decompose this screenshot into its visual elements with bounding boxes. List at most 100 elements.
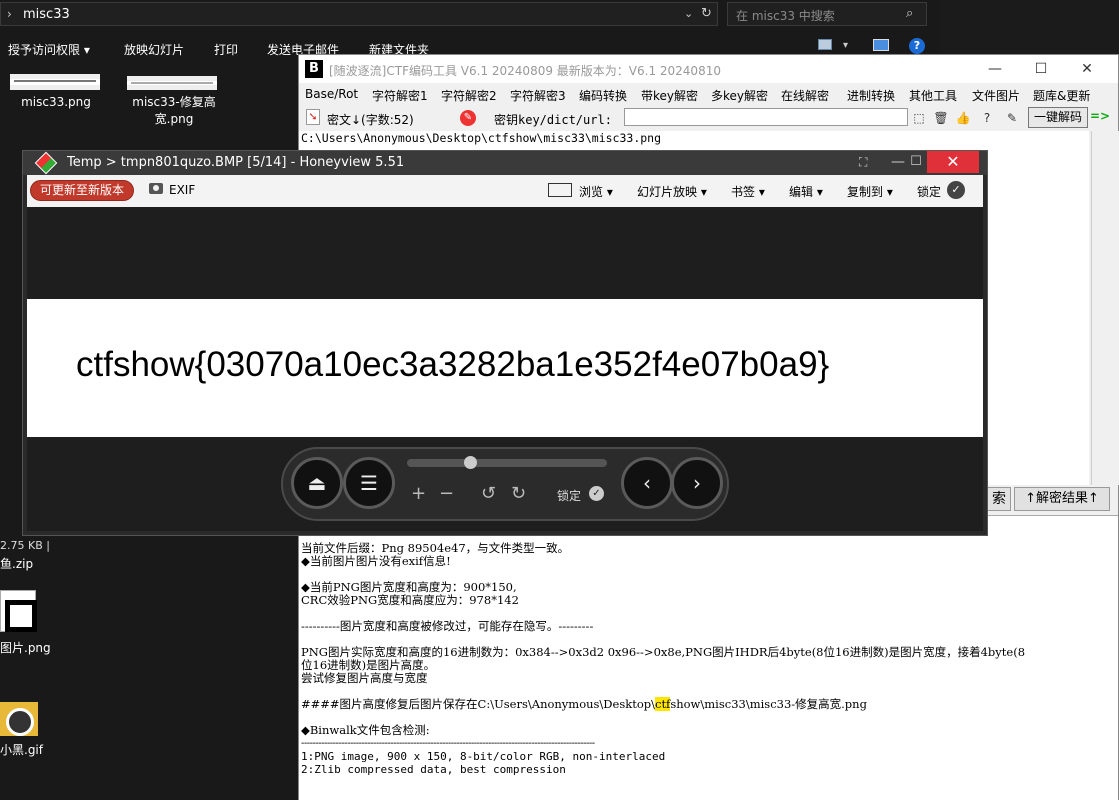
camera-icon [149, 183, 163, 194]
browse-icon[interactable] [548, 183, 572, 197]
image-flag-text: ctfshow{03070a10ec3a3282ba1e352f4e07b0a9… [76, 345, 830, 384]
previous-icon[interactable]: ‹ [621, 457, 673, 509]
result-output-area[interactable]: 当前文件后缀：Png 89504e47，与文件类型一致。 ◆当前图片图片没有ex… [299, 515, 1118, 800]
preview-pane-icon[interactable] [873, 39, 889, 51]
cipher-text-area[interactable]: C:\Users\Anonymous\Desktop\ctfshow\misc3… [299, 131, 1089, 147]
menu-bar: Base/Rot 字符解密1 字符解密2 字符解密3 编码转换 带key解密 多… [299, 85, 1118, 105]
rotate-right-icon[interactable]: ↻ [511, 483, 526, 504]
menu-multi-key[interactable]: 多key解密 [711, 87, 768, 104]
update-button[interactable]: 可更新至新版本 [30, 180, 134, 201]
exif-button[interactable]: EXIF [169, 183, 195, 197]
output-divider: ----------------------------------------… [301, 738, 595, 749]
search-button[interactable]: 索 [987, 487, 1011, 511]
gif-file-icon[interactable] [0, 702, 38, 736]
rotate-left-icon[interactable]: ↺ [481, 483, 496, 504]
output-line: 尝试修复图片高度与宽度 [301, 671, 428, 685]
menu-char-decrypt-3[interactable]: 字符解密3 [510, 87, 566, 104]
close-button[interactable]: ✕ [927, 151, 979, 173]
minimize-button[interactable]: — [975, 59, 1015, 79]
one-click-decode-button[interactable]: 一键解码 [1028, 107, 1088, 128]
maximize-button[interactable]: ☐ [1021, 59, 1061, 79]
displayed-image: ctfshow{03070a10ec3a3282ba1e352f4e07b0a9… [27, 299, 983, 437]
cipher-label: 密文↓(字数:52) [327, 113, 414, 127]
eject-icon[interactable]: ⏏ [291, 457, 343, 509]
close-button[interactable]: ✕ [1067, 59, 1107, 79]
key-label: 密钥key/dict/url: [494, 113, 612, 127]
refresh-icon[interactable]: ↻ [701, 6, 712, 21]
image-viewer[interactable]: ctfshow{03070a10ec3a3282ba1e352f4e07b0a9… [27, 207, 983, 531]
copy-to-menu[interactable]: 复制到 ▾ [847, 183, 893, 200]
arrow-icon[interactable]: ➘ [306, 109, 320, 125]
desktop-item-label[interactable]: 小黑.gif [0, 741, 43, 758]
menu-char-decrypt-1[interactable]: 字符解密1 [372, 87, 428, 104]
honeyview-window: Temp > tmpn801quzo.BMP [5/14] - Honeyvie… [22, 150, 988, 536]
honeyview-logo-icon [34, 151, 58, 175]
eraser-icon[interactable]: ✎ [460, 110, 476, 126]
menu-online[interactable]: 在线解密 [781, 87, 829, 104]
chevron-down-icon[interactable]: ▾ [843, 40, 848, 51]
file-name[interactable]: misc33.png [10, 94, 102, 111]
thumbs-up-icon[interactable]: 👍 [955, 110, 971, 126]
lock-label[interactable]: 锁定 [557, 487, 581, 504]
help-icon[interactable]: ? [909, 38, 925, 54]
scrollbar[interactable] [1091, 131, 1119, 485]
menu-char-decrypt-2[interactable]: 字符解密2 [441, 87, 497, 104]
address-bar[interactable]: › misc33 ⌄ ↻ [0, 2, 718, 26]
slider-handle[interactable] [464, 456, 477, 469]
view-icon[interactable] [818, 39, 832, 50]
menu-file-image[interactable]: 文件图片 [972, 87, 1020, 104]
title-bar: Temp > tmpn801quzo.BMP [5/14] - Honeyvie… [23, 151, 987, 175]
check-icon[interactable]: ✓ [589, 486, 604, 501]
help-icon[interactable]: ? [979, 110, 995, 126]
key-input[interactable] [624, 108, 908, 126]
file-thumbnail[interactable] [10, 74, 100, 90]
bookmark-menu[interactable]: 书签 ▾ [731, 183, 765, 200]
image-file-icon[interactable] [0, 590, 37, 632]
window-title: [随波逐流]CTF编码工具 V6.1 20240809 最新版本为：V6.1 2… [329, 64, 721, 78]
chevron-right-icon: › [7, 7, 12, 21]
slideshow-menu[interactable]: 幻灯片放映 ▾ [637, 183, 707, 200]
check-icon[interactable]: ✓ [947, 181, 965, 199]
edit-menu[interactable]: 编辑 ▾ [789, 183, 823, 200]
select-icon[interactable]: ⬚ [911, 110, 927, 126]
menu-key-decrypt[interactable]: 带key解密 [641, 87, 698, 104]
slideshow-button[interactable]: 放映幻灯片 [124, 41, 184, 58]
menu-encoding[interactable]: 编码转换 [579, 87, 627, 104]
desktop-item-label[interactable]: 鱼.zip [0, 555, 33, 572]
decrypt-result-button[interactable]: ↑解密结果↑ [1014, 487, 1110, 511]
browse-menu[interactable]: 浏览 ▾ [579, 183, 613, 200]
search-input[interactable]: 在 misc33 中搜索 ⌕ [727, 2, 927, 26]
file-thumbnail[interactable] [127, 76, 217, 90]
menu-radix[interactable]: 进制转换 [847, 87, 895, 104]
edit-icon[interactable]: ✎ [1004, 110, 1020, 126]
output-line: 2:Zlib compressed data, best compression [301, 763, 566, 776]
chevron-down-icon[interactable]: ⌄ [684, 7, 693, 20]
print-button[interactable]: 打印 [214, 41, 238, 58]
next-icon[interactable]: › [671, 457, 723, 509]
output-line: ◆Binwalk文件包含检测: [301, 723, 430, 737]
arrow-indicator: => [1090, 109, 1111, 123]
menu-icon[interactable]: ☰ [343, 457, 395, 509]
title-bar: B [随波逐流]CTF编码工具 V6.1 20240809 最新版本为：V6.1… [299, 55, 1118, 83]
lock-menu[interactable]: 锁定 [917, 183, 941, 200]
output-line: ◆当前图片图片没有exif信息! [301, 554, 451, 568]
zoom-in-icon[interactable]: + [411, 483, 426, 504]
menu-base-rot[interactable]: Base/Rot [305, 87, 358, 101]
output-line: ####图片高度修复后图片保存在C:\Users\Anonymous\Deskt… [301, 697, 867, 711]
address-path[interactable]: misc33 [23, 7, 70, 22]
viewer-toolbar: 可更新至新版本 EXIF 浏览 ▾ 幻灯片放映 ▾ 书签 ▾ 编辑 ▾ 复制到 … [27, 175, 983, 207]
desktop-item-label[interactable]: 图片.png [0, 639, 51, 656]
menu-other-tools[interactable]: 其他工具 [909, 87, 957, 104]
search-placeholder: 在 misc33 中搜索 [736, 9, 835, 23]
search-icon[interactable]: ⌕ [906, 6, 913, 21]
menu-library-update[interactable]: 题库&更新 [1033, 87, 1090, 104]
zoom-slider[interactable] [407, 456, 607, 469]
floating-controls: ⏏ ☰ + − ↺ ↻ 锁定 ✓ ‹ › [281, 447, 729, 521]
zoom-out-icon[interactable]: − [439, 483, 454, 504]
file-name[interactable]: misc33-修复高宽.png [120, 94, 228, 128]
share-access-button[interactable]: 授予访问权限 ▾ [8, 41, 90, 58]
trash-icon[interactable]: 🗑 [933, 110, 949, 126]
output-line: CRC效验PNG宽度和高度应为：978*142 [301, 593, 519, 607]
fullscreen-icon[interactable]: ⛶ [859, 155, 867, 170]
tool-row: ➘ 密文↓(字数:52) ✎ 密钥key/dict/url: ⬚ 🗑 👍 ? ✎… [299, 107, 1118, 129]
